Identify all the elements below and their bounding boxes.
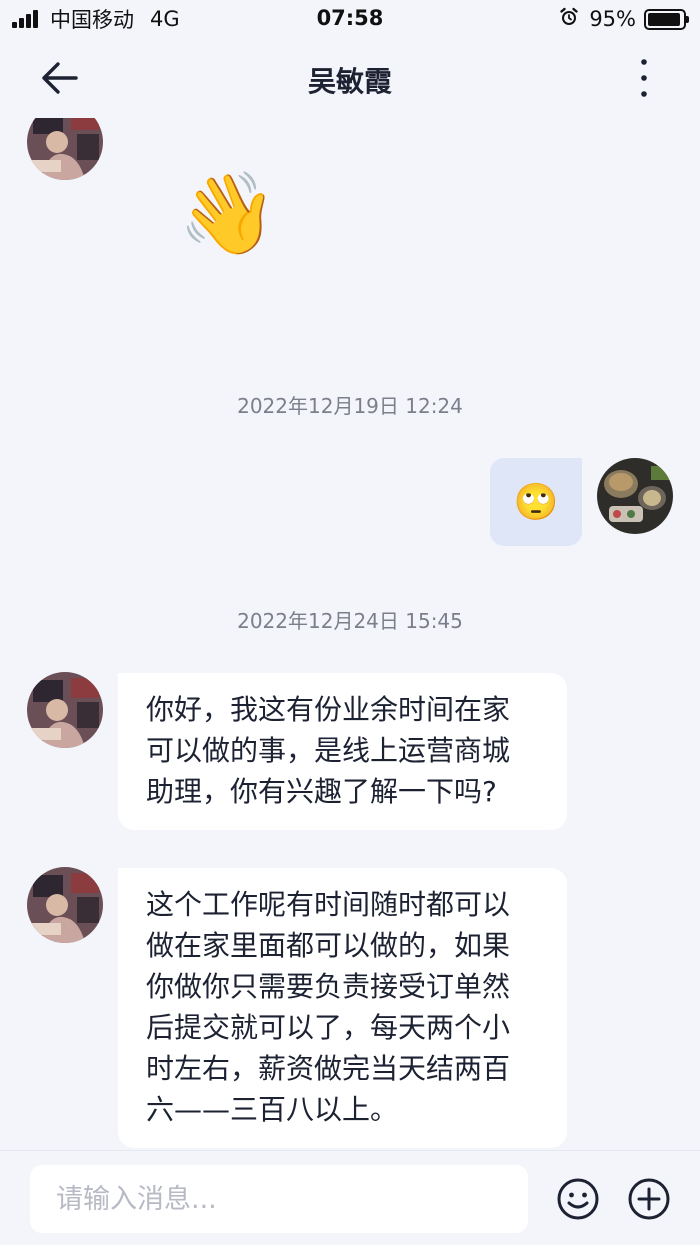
battery-icon	[644, 8, 689, 30]
more-vertical-icon	[641, 59, 647, 97]
battery-percent: 95%	[589, 7, 636, 31]
status-right: 95%	[559, 6, 689, 32]
message-line: 助理，你有兴趣了解一下吗?	[146, 775, 497, 808]
contact-avatar[interactable]	[27, 118, 103, 180]
contact-avatar-image	[27, 118, 103, 180]
status-bar: 中国移动 4G 07:58 95%	[0, 0, 700, 40]
message-timestamp: 2022年12月24日 15:45	[237, 609, 463, 633]
contact-name-title: 吴敏霞	[307, 65, 392, 98]
message-line: 六——三百八以上。	[146, 1093, 399, 1126]
outgoing-message-bubble[interactable]: 🙄	[490, 458, 582, 546]
emoji-button[interactable]	[556, 1177, 600, 1221]
contact-avatar[interactable]	[27, 672, 103, 748]
chat-header: 吴敏霞	[0, 40, 700, 118]
contact-avatar[interactable]	[27, 867, 103, 943]
my-avatar-image	[597, 458, 673, 534]
smiley-icon	[557, 1178, 599, 1220]
alarm-clock-icon	[559, 7, 579, 32]
message-timestamp: 2022年12月19日 12:24	[237, 394, 463, 418]
contact-avatar-image	[27, 672, 103, 748]
message-line: 后提交就可以了，每天两个小	[146, 1011, 511, 1044]
message-line: 你做你只需要负责接受订单然	[146, 970, 511, 1003]
message-list[interactable]: 👋 2022年12月19日 12:24 🙄 2022年12月24日 15:45	[0, 118, 700, 1150]
incoming-message-bubble[interactable]: 你好，我这有份业余时间在家 可以做的事，是线上运营商城 助理，你有兴趣了解一下吗…	[118, 673, 567, 830]
add-attachment-button[interactable]	[627, 1177, 671, 1221]
more-options-button[interactable]	[632, 56, 656, 100]
incoming-message-bubble[interactable]: 这个工作呢有时间随时都可以 做在家里面都可以做的，如果 你做你只需要负责接受订单…	[118, 868, 567, 1148]
contact-avatar-image	[27, 867, 103, 943]
message-line: 你好，我这有份业余时间在家	[146, 693, 511, 726]
waving-hand-emoji: 👋	[178, 167, 278, 260]
message-line: 做在家里面都可以做的，如果	[146, 929, 511, 962]
my-avatar[interactable]	[597, 458, 673, 534]
message-line: 这个工作呢有时间随时都可以	[146, 888, 511, 921]
message-line: 可以做的事，是线上运营商城	[146, 734, 511, 767]
message-input[interactable]	[30, 1165, 528, 1233]
battery-level	[648, 12, 681, 26]
eye-roll-emoji: 🙄	[513, 482, 559, 523]
message-composer	[0, 1150, 700, 1245]
message-line: 时左右，薪资做完当天结两百	[146, 1052, 511, 1085]
plus-circle-icon	[628, 1178, 670, 1220]
